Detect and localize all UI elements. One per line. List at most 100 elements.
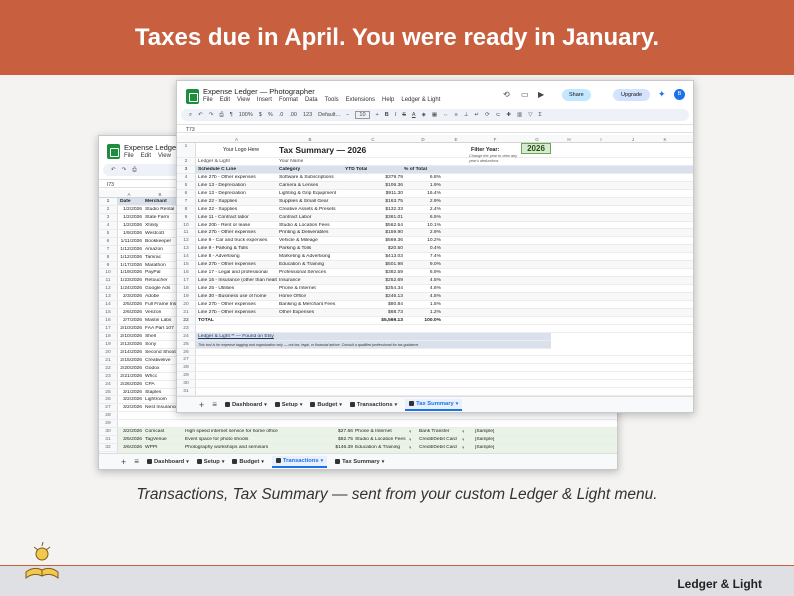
row-number[interactable]: 8 <box>177 205 196 213</box>
row-number[interactable]: 10 <box>99 269 118 277</box>
tab-setup[interactable]: Setup ▾ <box>196 459 224 465</box>
row-number[interactable]: 24 <box>177 332 196 340</box>
row-number[interactable]: 1 <box>99 198 118 205</box>
comment-icon[interactable]: ▭ <box>521 90 529 99</box>
row-number[interactable]: 28 <box>177 364 196 372</box>
row-number[interactable]: 18 <box>99 332 118 340</box>
column-header[interactable]: A <box>196 137 277 142</box>
column-header[interactable]: C <box>343 137 403 142</box>
redo-icon[interactable]: ↷ <box>122 167 127 173</box>
currency-icon[interactable]: $ <box>259 112 262 118</box>
row-number[interactable]: 14 <box>99 301 118 309</box>
column-header[interactable]: E <box>443 137 469 142</box>
row-number[interactable]: 4 <box>177 173 196 181</box>
formula-bar[interactable] <box>177 124 693 133</box>
print-icon[interactable]: ⎙ <box>132 167 136 174</box>
row-number[interactable]: 21 <box>99 356 118 364</box>
row-number[interactable]: 31 <box>99 436 118 444</box>
menu-item[interactable]: Insert <box>257 97 272 103</box>
gemini-sparkle-icon[interactable]: ✦ <box>658 89 666 100</box>
dropdown-icon[interactable]: ▾ <box>462 429 464 435</box>
all-sheets-icon[interactable]: ≡ <box>134 457 139 466</box>
avatar[interactable]: B <box>674 89 685 100</box>
row-number[interactable]: 30 <box>99 428 118 436</box>
percent-icon[interactable]: % <box>268 112 273 118</box>
row-number[interactable]: 15 <box>177 261 196 269</box>
row-number[interactable]: 16 <box>177 269 196 277</box>
row-number[interactable]: 3 <box>177 165 196 173</box>
tab-transactions[interactable]: Transactions ▾ <box>271 455 328 468</box>
rotate-icon[interactable]: ⟳ <box>485 112 490 118</box>
column-header[interactable]: H <box>553 137 585 142</box>
menu-item[interactable]: Tools <box>325 97 339 103</box>
menu-item[interactable]: File <box>203 97 213 103</box>
row-number[interactable]: 12 <box>99 285 118 293</box>
row-number[interactable]: 10 <box>177 221 196 229</box>
align-icon[interactable]: ≡ <box>455 112 458 118</box>
history-icon[interactable]: ⟲ <box>503 90 510 99</box>
valign-icon[interactable]: ⊥ <box>464 112 469 118</box>
row-number[interactable]: 30 <box>177 380 196 388</box>
bold-icon[interactable]: B <box>385 112 389 118</box>
tab-budget[interactable]: Budget ▾ <box>310 402 342 408</box>
redo-icon[interactable]: ↷ <box>209 112 214 118</box>
font-select[interactable]: Default... <box>318 112 340 118</box>
row-number[interactable]: 6 <box>177 189 196 197</box>
tab-transactions[interactable]: Transactions ▾ <box>349 402 397 408</box>
row-number[interactable]: 5 <box>99 229 118 237</box>
font-size-decrease[interactable]: − <box>346 112 349 118</box>
row-number[interactable]: 7 <box>99 245 118 253</box>
row-number[interactable]: 14 <box>177 253 196 261</box>
row-number[interactable]: 22 <box>177 316 196 324</box>
row-number[interactable]: 17 <box>99 325 118 332</box>
column-header[interactable]: G <box>521 137 553 142</box>
row-number[interactable]: 19 <box>99 340 118 348</box>
menu-item[interactable]: Ledger & Light <box>401 97 440 103</box>
menu-item[interactable]: Edit <box>141 153 151 159</box>
tab-tax-summary[interactable]: Tax Summary ▾ <box>335 459 384 465</box>
row-number[interactable]: 27 <box>177 356 196 364</box>
row-number[interactable]: 2 <box>177 158 196 165</box>
font-size-field[interactable]: 10 <box>355 111 370 119</box>
undo-icon[interactable]: ↶ <box>111 167 116 173</box>
chevron-down-icon[interactable]: ▾ <box>261 459 264 465</box>
fill-color-icon[interactable]: ◈ <box>422 112 426 118</box>
row-number[interactable]: 13 <box>177 245 196 253</box>
add-sheet-icon[interactable]: + <box>199 400 204 410</box>
undo-icon[interactable]: ↶ <box>198 112 203 118</box>
menu-item[interactable]: Help <box>382 97 394 103</box>
strikethrough-icon[interactable]: S <box>402 112 406 118</box>
dropdown-icon[interactable]: ▾ <box>409 437 411 443</box>
row-number[interactable]: 3 <box>99 213 118 221</box>
row-number[interactable]: 20 <box>177 300 196 308</box>
row-number[interactable]: 1 <box>177 143 196 157</box>
paint-format-icon[interactable]: ¶ <box>230 112 233 118</box>
row-number[interactable]: 15 <box>99 309 118 317</box>
print-icon[interactable]: ⎙ <box>219 112 223 119</box>
column-header[interactable]: D <box>403 137 443 142</box>
menu-item[interactable]: Edit <box>220 97 230 103</box>
row-number[interactable]: 22 <box>99 364 118 372</box>
filter-year-input[interactable]: 2026 <box>521 143 551 154</box>
upgrade-button[interactable]: Upgrade <box>613 89 651 101</box>
row-number[interactable]: 31 <box>177 388 196 396</box>
row-number[interactable]: 4 <box>99 221 118 229</box>
number-format-icon[interactable]: 123 <box>303 112 312 118</box>
column-header[interactable]: B <box>277 137 343 142</box>
row-number[interactable]: 7 <box>177 197 196 205</box>
zoom-select[interactable]: 100% <box>239 112 253 118</box>
chevron-down-icon[interactable]: ▾ <box>186 459 189 465</box>
borders-icon[interactable]: ▦ <box>432 112 437 118</box>
row-number[interactable]: 18 <box>177 285 196 292</box>
row-number[interactable]: 13 <box>99 293 118 301</box>
row-number[interactable]: 32 <box>99 444 118 451</box>
row-number[interactable]: 8 <box>99 253 118 261</box>
row-number[interactable]: 16 <box>99 317 118 324</box>
menu-item[interactable]: Format <box>279 97 298 103</box>
row-number[interactable]: 27 <box>99 404 118 412</box>
link-icon[interactable]: ⊂ <box>496 112 501 118</box>
add-sheet-icon[interactable]: + <box>121 457 126 467</box>
dropdown-icon[interactable]: ▾ <box>409 445 411 451</box>
column-header[interactable]: J <box>617 137 649 142</box>
dropdown-icon[interactable]: ▾ <box>462 445 464 451</box>
